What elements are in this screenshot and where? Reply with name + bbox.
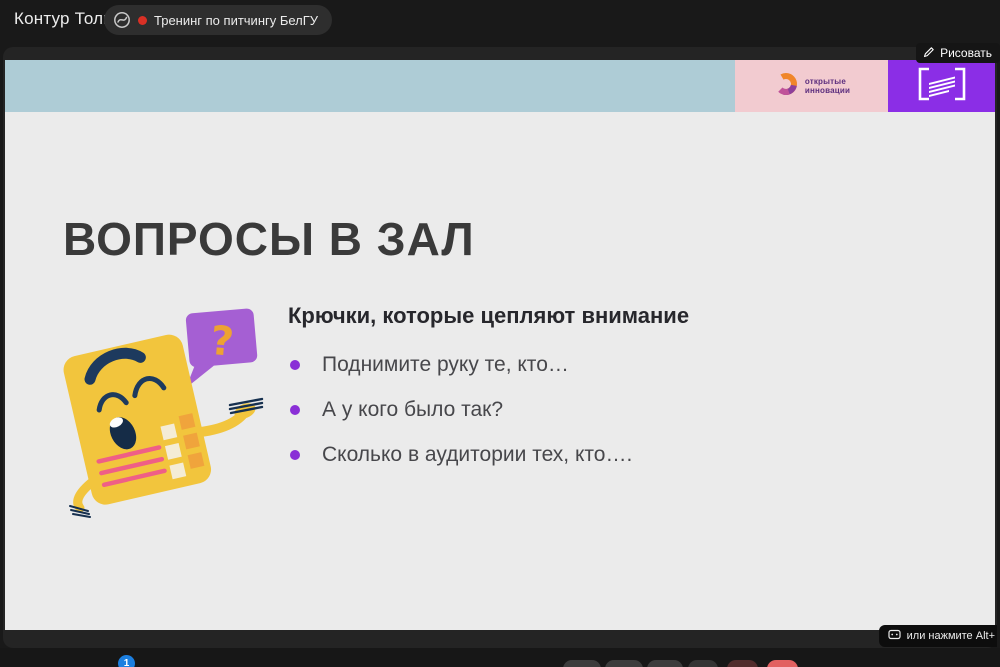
room-title: Тренинг по питчингу БелГУ bbox=[154, 13, 318, 28]
svg-text:?: ? bbox=[209, 318, 236, 366]
keyboard-shortcut-icon bbox=[888, 629, 901, 643]
university-platform-logo bbox=[888, 60, 995, 112]
recording-indicator-icon bbox=[138, 16, 147, 25]
toolbar-button[interactable] bbox=[563, 660, 601, 667]
presentation-slide: открытые инновации bbox=[5, 60, 995, 630]
shortcut-hint-label: или нажмите Alt+ bbox=[907, 630, 995, 642]
open-innovations-logo: открытые инновации bbox=[735, 60, 888, 112]
bullet-dot-icon bbox=[290, 405, 300, 415]
slide-subtitle: Крючки, которые цепляют внимание bbox=[288, 303, 689, 329]
room-icon bbox=[113, 11, 131, 29]
slide-title: ВОПРОСЫ В ЗАЛ bbox=[63, 212, 475, 266]
draw-button[interactable]: Рисовать bbox=[916, 43, 1000, 63]
slide-bullet-list: Поднимите руку те, кто… А у кого было та… bbox=[290, 351, 632, 486]
shortcut-hint: или нажмите Alt+ bbox=[879, 625, 997, 647]
toolbar-button[interactable] bbox=[647, 660, 683, 667]
paper-character-illustration: ? bbox=[40, 303, 275, 523]
pencil-icon bbox=[923, 46, 935, 61]
open-innovations-wordmark: открытые инновации bbox=[805, 77, 850, 95]
notification-badge[interactable]: 1 bbox=[118, 655, 135, 667]
screen-share-panel: Рисовать открытые инновации bbox=[3, 47, 997, 648]
brackets-logo-icon bbox=[913, 65, 971, 108]
bullet-item: А у кого было так? bbox=[290, 396, 632, 424]
app-brand: Контур Толк bbox=[14, 9, 111, 29]
room-pill[interactable]: Тренинг по питчингу БелГУ bbox=[104, 5, 332, 35]
bullet-dot-icon bbox=[290, 360, 300, 370]
top-bar: Контур Толк Тренинг по питчингу БелГУ bbox=[0, 0, 1000, 46]
open-innovations-icon bbox=[773, 71, 799, 102]
toolbar-button[interactable] bbox=[688, 660, 718, 667]
toolbar-button-muted[interactable] bbox=[727, 660, 758, 667]
toolbar-button[interactable] bbox=[605, 660, 643, 667]
app-window: Контур Толк Тренинг по питчингу БелГУ Ри… bbox=[0, 0, 1000, 667]
draw-button-label: Рисовать bbox=[940, 46, 992, 60]
leave-call-button[interactable] bbox=[767, 660, 798, 667]
bullet-dot-icon bbox=[290, 450, 300, 460]
bullet-item: Поднимите руку те, кто… bbox=[290, 351, 632, 379]
bottom-toolbar bbox=[0, 648, 1000, 667]
bullet-item: Сколько в аудитории тех, кто…. bbox=[290, 441, 632, 469]
